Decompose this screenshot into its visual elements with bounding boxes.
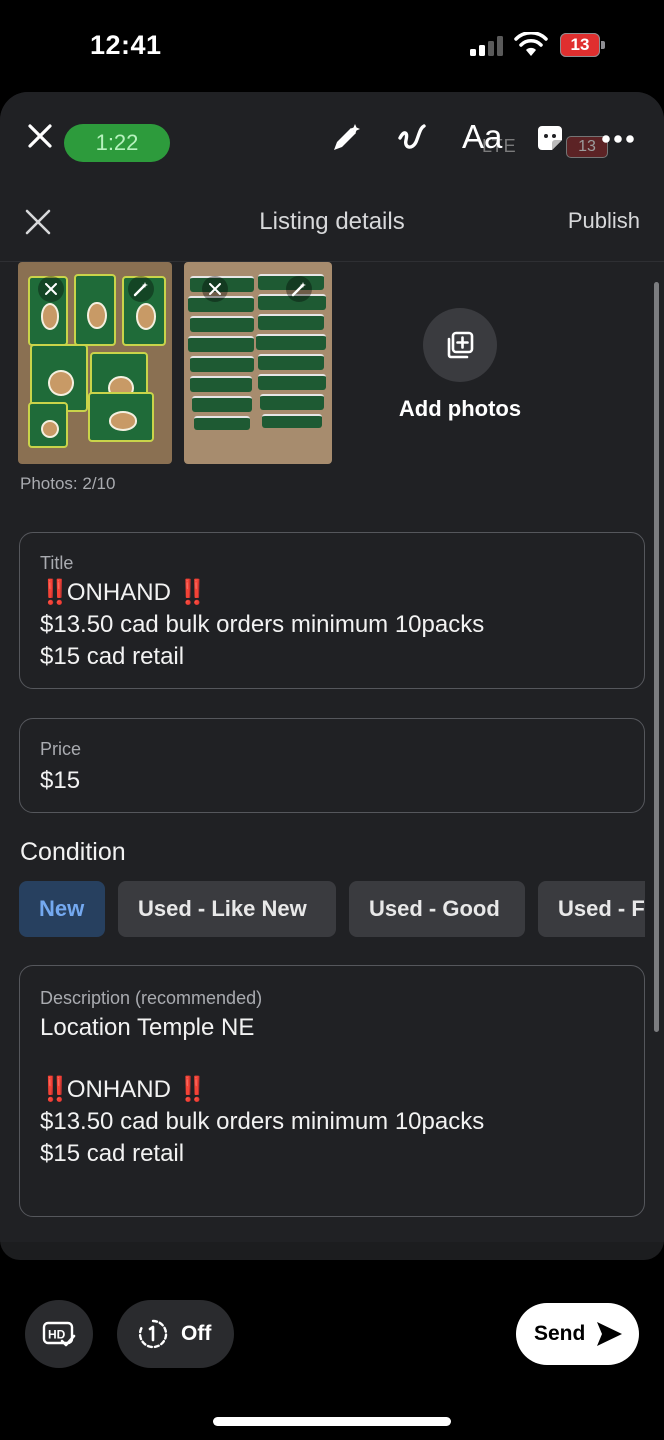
- remove-photo-button[interactable]: [38, 276, 64, 302]
- story-sheet: 1:22 LTE 13 Aa Listing details Publish A…: [0, 92, 664, 1260]
- listing-header: Listing details Publish: [0, 190, 664, 262]
- description-line-3: $13.50 cad bulk orders minimum 10packs: [40, 1108, 485, 1135]
- page-title: Listing details: [259, 208, 405, 235]
- title-line-2: $13.50 cad bulk orders minimum 10packs: [40, 611, 485, 638]
- price-label: Price: [40, 739, 82, 759]
- status-bar: 12:41 13: [0, 0, 664, 90]
- view-once-button[interactable]: Off: [117, 1300, 234, 1368]
- signal-icon: [470, 36, 503, 56]
- send-label: Send: [534, 1322, 586, 1345]
- edit-photo-button[interactable]: [128, 276, 154, 302]
- magic-wand-icon: [291, 282, 306, 297]
- more-options-button[interactable]: [598, 122, 638, 156]
- view-once-icon: [138, 1319, 168, 1349]
- add-photo-icon: [447, 331, 474, 359]
- status-time: 12:41: [90, 30, 162, 60]
- scrollbar[interactable]: [654, 282, 659, 1032]
- close-icon: [45, 283, 57, 295]
- description-label: Description (recommended): [40, 988, 263, 1008]
- send-button[interactable]: Send: [516, 1303, 639, 1365]
- battery-icon: 13: [560, 33, 606, 57]
- view-once-label: Off: [181, 1322, 212, 1345]
- hd-check-icon: HD: [42, 1321, 76, 1347]
- photo-count: Photos: 2/10: [20, 474, 116, 493]
- text-tool-button[interactable]: Aa: [462, 118, 502, 156]
- title-label: Title: [40, 553, 74, 573]
- double-exclamation-icon: ‼️: [40, 579, 70, 606]
- draw-tool-button[interactable]: [392, 118, 432, 158]
- title-line-3: $15 cad retail: [40, 643, 185, 670]
- double-exclamation-icon: ‼️: [177, 579, 208, 606]
- battery-percent: 13: [570, 35, 590, 54]
- wifi-icon: [514, 32, 548, 56]
- description-line-1: Location Temple NE: [40, 1014, 255, 1041]
- condition-chip-good[interactable]: Used - Good: [349, 881, 525, 937]
- condition-chip-new[interactable]: New: [19, 881, 105, 937]
- edit-photo-button[interactable]: [286, 276, 312, 302]
- listing-screenshot: 1:22 LTE 13 Aa Listing details Publish A…: [0, 92, 664, 1242]
- description-line-2: ‼️ONHAND ‼️: [40, 1074, 208, 1106]
- condition-chips: New Used - Like New Used - Good Used - F…: [19, 881, 645, 937]
- remove-photo-button[interactable]: [202, 276, 228, 302]
- listing-photo-1[interactable]: [18, 262, 172, 464]
- condition-heading: Condition: [20, 838, 126, 866]
- title-field[interactable]: Title ‼️ONHAND ‼️ $13.50 cad bulk orders…: [19, 532, 645, 689]
- close-icon: [209, 283, 221, 295]
- description-field[interactable]: Description (recommended) Location Templ…: [19, 965, 645, 1217]
- add-photos-button[interactable]: Add photos: [370, 308, 550, 428]
- more-icon: [602, 135, 634, 143]
- story-toolbar: 1:22 LTE 13 Aa: [0, 92, 664, 186]
- magic-wand-icon: [133, 282, 148, 297]
- hd-quality-button[interactable]: HD: [25, 1300, 93, 1368]
- squiggle-icon: [398, 124, 426, 149]
- close-icon: [28, 124, 52, 148]
- price-field[interactable]: Price $15: [19, 718, 645, 813]
- description-text-2: ONHAND: [66, 1076, 171, 1103]
- listing-photo-2[interactable]: [184, 262, 332, 464]
- double-exclamation-icon: ‼️: [177, 1076, 208, 1103]
- title-line-1: ‼️ONHAND ‼️: [40, 577, 208, 609]
- condition-chip-like-new[interactable]: Used - Like New: [118, 881, 336, 937]
- home-indicator[interactable]: [213, 1417, 451, 1426]
- story-timer: 1:22: [64, 124, 170, 162]
- condition-chip-fair[interactable]: Used - Fair: [538, 881, 645, 937]
- publish-button[interactable]: Publish: [568, 208, 640, 234]
- pen-tool-button[interactable]: [326, 118, 366, 158]
- add-photos-label: Add photos: [398, 396, 522, 421]
- pen-sparkle-icon: [334, 124, 360, 150]
- add-photo-circle: [423, 308, 497, 382]
- title-text-1: ONHAND: [66, 579, 171, 606]
- close-story-button[interactable]: [22, 118, 58, 154]
- price-value: $15: [40, 767, 81, 794]
- description-line-4: $15 cad retail: [40, 1140, 185, 1167]
- sticker-icon: [538, 126, 562, 150]
- send-arrow-icon: [597, 1322, 622, 1346]
- svg-text:HD: HD: [48, 1328, 66, 1342]
- sticker-tool-button[interactable]: [532, 120, 568, 156]
- double-exclamation-icon: ‼️: [40, 1076, 70, 1103]
